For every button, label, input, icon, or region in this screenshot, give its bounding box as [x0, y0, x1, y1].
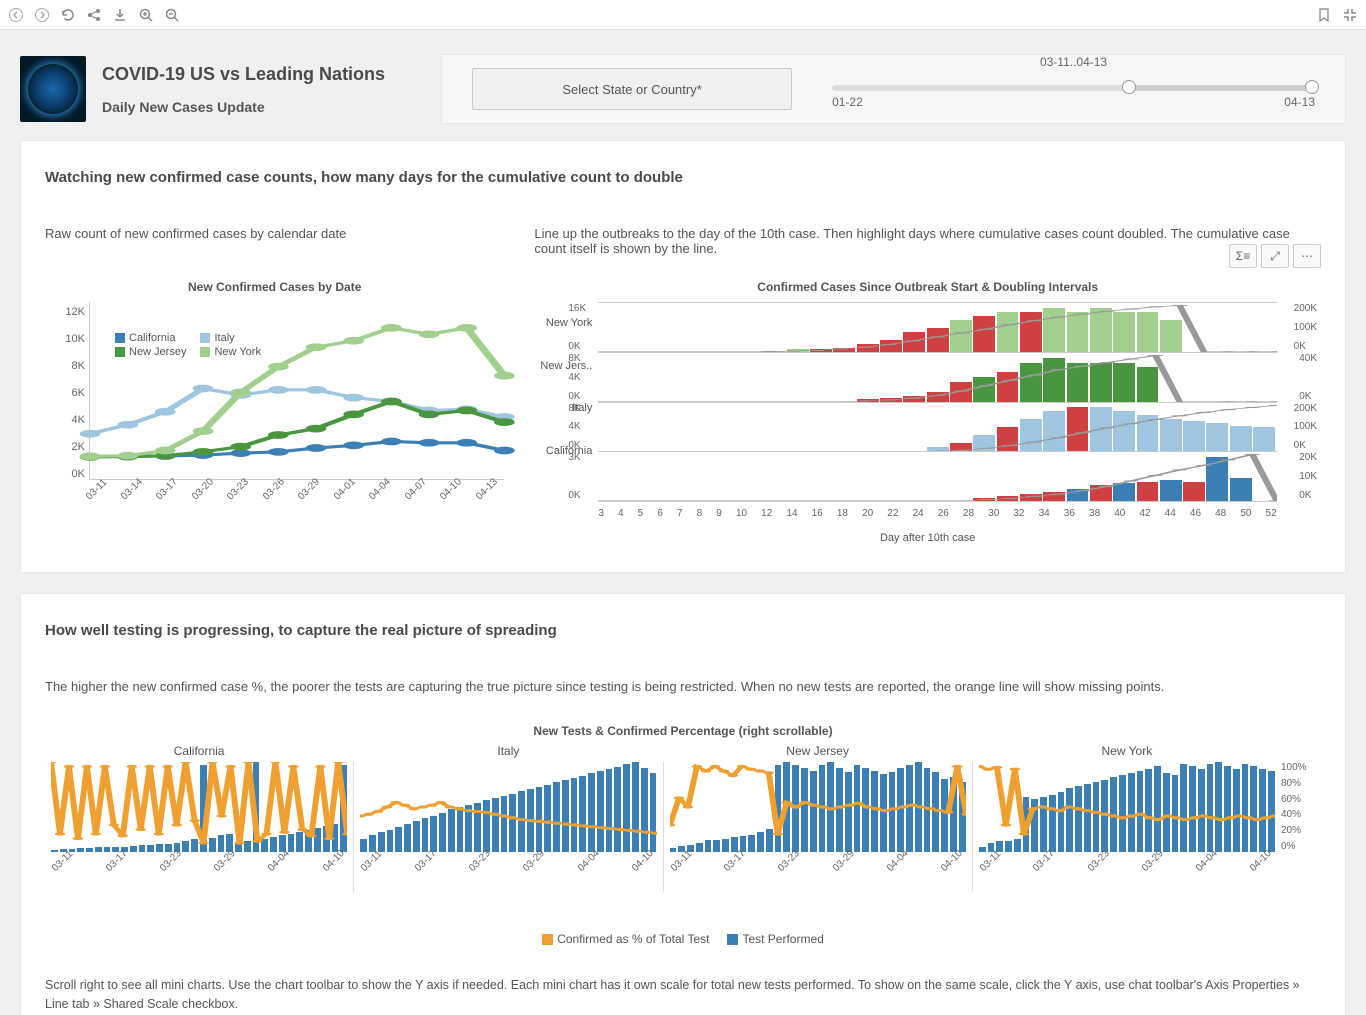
date-slider[interactable]: 03-11..04-13 01-22 04-13 [832, 69, 1315, 109]
select-state-button[interactable]: Select State or Country* [472, 68, 792, 110]
chart2-toolbar: Σ≡ ⤢ ⋯ [1229, 244, 1321, 268]
dashboard-header: COVID-19 US vs Leading Nations Daily New… [0, 30, 1366, 140]
chart1-caption: Raw count of new confirmed cases by cale… [45, 226, 504, 260]
back-icon[interactable] [8, 7, 24, 23]
chart2-caption: Line up the outbreaks to the day of the … [534, 226, 1321, 260]
slider-end-label: 04-13 [1284, 95, 1315, 109]
chart2-xlabel: Day after 10th case [534, 532, 1321, 544]
section2-footer: Scroll right to see all mini charts. Use… [45, 976, 1321, 1014]
forward-icon[interactable] [34, 7, 50, 23]
section2-intro: The higher the new confirmed case %, the… [45, 679, 1321, 694]
minis-title: New Tests & Confirmed Percentage (right … [45, 724, 1321, 738]
chart2-panel-labels: New YorkNew Jers..ItalyCalifornia [534, 302, 598, 502]
download-icon[interactable] [112, 7, 128, 23]
chart2-title: Confirmed Cases Since Outbreak Start & D… [534, 280, 1321, 294]
chart1-xticks: 03-1103-1403-1703-2003-2303-2603-2904-01… [89, 480, 504, 502]
collapse-icon[interactable] [1342, 7, 1358, 23]
app-toolbar [0, 0, 1366, 30]
chart1-yticks: 12K10K8K6K4K2K0K [45, 302, 89, 502]
page-title: COVID-19 US vs Leading Nations [102, 64, 385, 85]
slider-start-label: 01-22 [832, 95, 863, 109]
section1-heading: Watching new confirmed case counts, how … [45, 169, 1321, 186]
chart-new-confirmed[interactable]: California Italy New Jersey New York 12K… [45, 302, 504, 502]
zoom-in-icon[interactable] [138, 7, 154, 23]
zoom-out-icon[interactable] [164, 7, 180, 23]
chart1-title: New Confirmed Cases by Date [45, 280, 504, 294]
chart-doubling-panels[interactable]: New YorkNew Jers..ItalyCalifornia 16K0K2… [534, 302, 1321, 502]
section2-heading: How well testing is progressing, to capt… [45, 622, 1321, 639]
virus-image [20, 56, 86, 122]
page-scroll[interactable]: COVID-19 US vs Leading Nations Daily New… [0, 30, 1366, 1015]
chart-more-icon[interactable]: ⋯ [1293, 244, 1321, 268]
minis-legend: Confirmed as % of Total Test Test Perfor… [45, 932, 1321, 946]
section-testing: How well testing is progressing, to capt… [20, 593, 1346, 1015]
bookmark-icon[interactable] [1316, 7, 1332, 23]
chart-expand-icon[interactable]: ⤢ [1261, 244, 1289, 268]
slider-range-label: 03-11..04-13 [1040, 55, 1107, 69]
page-subtitle: Daily New Cases Update [102, 99, 385, 115]
section-doubling: Watching new confirmed case counts, how … [20, 140, 1346, 573]
share-icon[interactable] [86, 7, 102, 23]
slider-knob-start[interactable] [1122, 80, 1136, 94]
slider-knob-end[interactable] [1305, 80, 1319, 94]
chart-sum-icon[interactable]: Σ≡ [1229, 244, 1257, 268]
filter-panel: Select State or Country* 03-11..04-13 01… [441, 54, 1346, 124]
chart-test-minis[interactable]: California03-1103-1703-2303-2904-0404-10… [45, 762, 1321, 892]
refresh-icon[interactable] [60, 7, 76, 23]
